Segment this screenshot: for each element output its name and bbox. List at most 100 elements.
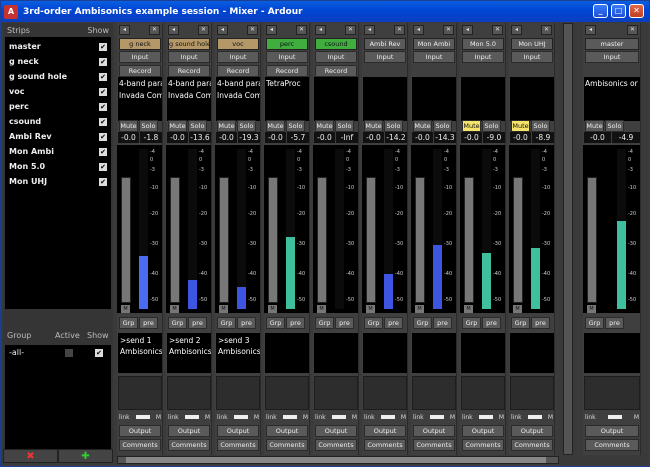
plugin-box[interactable]	[510, 77, 554, 121]
plugin-box[interactable]	[412, 77, 456, 121]
mute-button[interactable]: Mute	[119, 120, 138, 132]
strip-name-button[interactable]: voc	[217, 38, 259, 50]
plugin-box[interactable]: 4-band para Invada Com	[118, 77, 162, 121]
sends-box[interactable]	[265, 333, 309, 373]
peak-display[interactable]: -5.7	[287, 132, 309, 143]
strips-vertical-scrollbar[interactable]	[563, 23, 573, 455]
plugin-item[interactable]: Invada Com	[217, 90, 260, 102]
mute-button[interactable]: Mute	[266, 120, 285, 132]
panner[interactable]	[167, 376, 211, 410]
group-button[interactable]: Grp	[168, 317, 187, 329]
solo-button[interactable]: Solo	[605, 120, 624, 132]
meter-point-pre-button[interactable]: pre	[237, 317, 256, 329]
sends-box[interactable]: >send 1 Ambisonics	[118, 333, 162, 373]
m-button[interactable]: M	[156, 414, 161, 421]
strip-hide-icon[interactable]: ✕	[198, 25, 209, 35]
group-button[interactable]: Grp	[511, 317, 530, 329]
strip-hide-icon[interactable]: ✕	[394, 25, 405, 35]
strip-hide-icon[interactable]: ✕	[345, 25, 356, 35]
plugin-item[interactable]: Invada Com	[119, 90, 162, 102]
strip-list-item[interactable]: master ✔	[5, 39, 111, 54]
plugin-item[interactable]: 4-band para	[119, 78, 162, 90]
mute-button[interactable]: Mute	[168, 120, 187, 132]
comments-button[interactable]: Comments	[462, 439, 504, 451]
peak-display[interactable]: -13.6	[189, 132, 211, 143]
group-button[interactable]: Grp	[119, 317, 138, 329]
solo-button[interactable]: Solo	[531, 120, 550, 132]
output-button[interactable]: Output	[119, 425, 161, 437]
gain-display[interactable]: -0.0	[265, 132, 286, 143]
strip-show-checkbox[interactable]: ✔	[99, 42, 107, 51]
strip-show-checkbox[interactable]: ✔	[99, 57, 107, 66]
strip-name-button[interactable]: Mon 5.0	[462, 38, 504, 50]
m-button[interactable]: M	[450, 414, 455, 421]
meter-point-button[interactable]: M	[317, 305, 326, 313]
meter-point-pre-button[interactable]: pre	[433, 317, 452, 329]
output-button[interactable]: Output	[364, 425, 406, 437]
close-button[interactable]: ✕	[629, 4, 644, 18]
strip-width-icon[interactable]: ◂	[266, 25, 277, 35]
plugin-item[interactable]: Ambisonics or	[585, 78, 639, 90]
meter-point-button[interactable]: M	[587, 305, 596, 313]
width-slider[interactable]	[380, 415, 395, 419]
meter-point-pre-button[interactable]: pre	[531, 317, 550, 329]
panner[interactable]	[510, 376, 554, 410]
m-button[interactable]: M	[205, 414, 210, 421]
plugin-box[interactable]: 4-band para Invada Com	[167, 77, 211, 121]
sends-box[interactable]	[363, 333, 407, 373]
m-button[interactable]: M	[634, 414, 639, 421]
meter-point-button[interactable]: M	[415, 305, 424, 313]
peak-display[interactable]: -14.2	[385, 132, 407, 143]
gain-display[interactable]: -0.0	[510, 132, 531, 143]
output-button[interactable]: Output	[266, 425, 308, 437]
meter-point-pre-button[interactable]: pre	[605, 317, 624, 329]
input-button[interactable]: Input	[585, 51, 639, 63]
link-label[interactable]: link	[217, 414, 228, 421]
mute-button[interactable]: Mute	[217, 120, 236, 132]
strip-list-item[interactable]: g sound hole ✔	[5, 69, 111, 84]
strip-list-item[interactable]: perc ✔	[5, 99, 111, 114]
gain-fader[interactable]	[513, 177, 523, 303]
record-button[interactable]: Record	[315, 65, 357, 77]
input-button[interactable]: Input	[511, 51, 553, 63]
mute-button[interactable]: Mute	[315, 120, 334, 132]
peak-display[interactable]: -1.8	[140, 132, 162, 143]
plugin-box[interactable]: TetraProc	[265, 77, 309, 121]
strip-list-item[interactable]: Mon Ambi ✔	[5, 144, 111, 159]
solo-button[interactable]: Solo	[482, 120, 501, 132]
peak-display[interactable]: -Inf	[336, 132, 358, 143]
group-button[interactable]: Grp	[462, 317, 481, 329]
meter-point-pre-button[interactable]: pre	[482, 317, 501, 329]
strip-name-button[interactable]: Ambi Rev	[364, 38, 406, 50]
link-label[interactable]: link	[511, 414, 522, 421]
link-label[interactable]: link	[168, 414, 179, 421]
add-group-button[interactable]: ✚	[58, 449, 113, 463]
meter-point-button[interactable]: M	[366, 305, 375, 313]
panner[interactable]	[314, 376, 358, 410]
output-button[interactable]: Output	[168, 425, 210, 437]
meter-point-button[interactable]: M	[121, 305, 130, 313]
strip-show-checkbox[interactable]: ✔	[99, 72, 107, 81]
strip-width-icon[interactable]: ◂	[462, 25, 473, 35]
solo-button[interactable]: Solo	[286, 120, 305, 132]
solo-button[interactable]: Solo	[237, 120, 256, 132]
gain-display[interactable]: -0.0	[584, 132, 611, 143]
plugin-item[interactable]: 4-band para	[217, 78, 260, 90]
strip-width-icon[interactable]: ◂	[315, 25, 326, 35]
scrollbar-thumb[interactable]	[126, 457, 546, 463]
solo-button[interactable]: Solo	[335, 120, 354, 132]
gain-fader[interactable]	[268, 177, 278, 303]
strip-width-icon[interactable]: ◂	[413, 25, 424, 35]
input-button[interactable]: Input	[168, 51, 210, 63]
input-button[interactable]: Input	[217, 51, 259, 63]
width-slider[interactable]	[282, 415, 297, 419]
m-button[interactable]: M	[401, 414, 406, 421]
output-button[interactable]: Output	[315, 425, 357, 437]
strip-name-button[interactable]: perc	[266, 38, 308, 50]
maximize-button[interactable]: □	[611, 4, 626, 18]
strip-name-button[interactable]: Mon Ambi	[413, 38, 455, 50]
width-slider[interactable]	[607, 415, 622, 419]
send-item[interactable]: >send 3	[218, 335, 258, 346]
strip-width-icon[interactable]: ◂	[217, 25, 228, 35]
strips-horizontal-scrollbar[interactable]	[117, 456, 559, 464]
